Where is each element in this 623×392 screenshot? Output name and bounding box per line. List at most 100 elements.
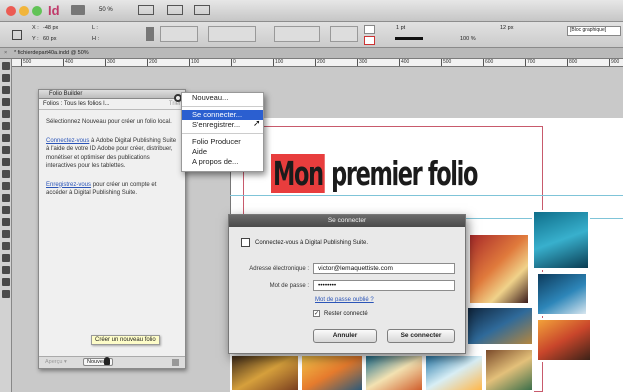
color-mode-icon[interactable]: [1, 278, 10, 286]
password-label: Mot de passe :: [269, 283, 309, 289]
panel-titlebar[interactable]: Folio Builder: [39, 90, 185, 99]
rectangle-tool-icon[interactable]: [1, 170, 10, 178]
line-tool-icon[interactable]: [1, 122, 10, 130]
rectangle-frame-tool-icon[interactable]: [1, 158, 10, 166]
forgot-password-link[interactable]: Mot de passe oublié ?: [315, 297, 374, 303]
scale-fields[interactable]: [160, 26, 198, 42]
panel-footer: Aperçu ▾ Nouveau: [39, 356, 185, 368]
email-field[interactable]: victor@lemaquettiste.com: [313, 263, 455, 274]
intro-text: Sélectionnez Nouveau pour créer un folio…: [46, 119, 172, 125]
h-label: H :: [92, 36, 100, 42]
fill-swatch[interactable]: [364, 25, 375, 34]
cancel-button[interactable]: Annuler: [313, 329, 377, 343]
page-image: [484, 348, 534, 392]
arrange-documents-icon[interactable]: [194, 5, 210, 15]
zoom-level[interactable]: 50 %: [99, 7, 113, 13]
selection-tool-icon[interactable]: [1, 62, 10, 70]
ruler-tick: 300: [105, 59, 116, 66]
y-label: Y :: [32, 36, 39, 42]
menu-item-nouveau[interactable]: Nouveau...: [182, 93, 263, 103]
new-folio-tooltip: Créer un nouveau folio: [91, 335, 160, 345]
note-tool-icon[interactable]: [1, 218, 10, 226]
zoom-window-icon[interactable]: [32, 6, 42, 16]
ruler-tick: 500: [21, 59, 32, 66]
y-field[interactable]: 60 px: [43, 36, 56, 42]
document-tab[interactable]: × * fichierdepart40a.indd @ 50%: [0, 48, 623, 59]
dialog-header-text: Connectez-vous à Digital Publishing Suit…: [255, 240, 369, 246]
dialog-title: Se connecter: [229, 215, 465, 227]
bridge-icon[interactable]: [71, 5, 85, 15]
screen-mode-tool-icon[interactable]: [1, 290, 10, 298]
stroke-type-icon[interactable]: [395, 37, 423, 40]
remember-checkbox[interactable]: ✓: [313, 310, 320, 317]
sort-menu[interactable]: Trier: [169, 101, 181, 107]
direct-selection-tool-icon[interactable]: [1, 74, 10, 82]
dps-icon: [241, 238, 250, 247]
page-image: [466, 306, 534, 346]
close-tab-icon[interactable]: ×: [4, 50, 7, 56]
connect-paragraph: Connectez-vous à Adobe Digital Publishin…: [46, 137, 178, 171]
arrow-cursor-icon: ➚: [253, 118, 261, 128]
register-link[interactable]: Enregistrez-vous: [46, 182, 91, 188]
ruler-tick: 400: [63, 59, 74, 66]
rotate-shear-fields[interactable]: [208, 26, 256, 42]
menu-item-folio-producer[interactable]: Folio Producer: [182, 137, 263, 147]
ruler-tick: 0: [231, 59, 236, 66]
preview-button[interactable]: Aperçu ▾: [45, 359, 67, 365]
ruler-tick: 100: [273, 59, 284, 66]
opacity-field[interactable]: 100 %: [460, 36, 476, 42]
stroke-weight-field[interactable]: 1 pt: [396, 25, 405, 31]
document-tab-title: * fichierdepart40a.indd @ 50%: [14, 50, 89, 56]
screen-mode-icon[interactable]: [167, 5, 183, 15]
pencil-tool-icon[interactable]: [1, 146, 10, 154]
gap-tool-icon[interactable]: [1, 98, 10, 106]
zoom-tool-icon[interactable]: [1, 254, 10, 262]
ruler-tick: 400: [399, 59, 410, 66]
ruler-tick: 900: [609, 59, 620, 66]
menu-item-se-connecter[interactable]: Se connecter...: [182, 110, 263, 120]
trash-icon[interactable]: [172, 359, 179, 366]
remember-label: Rester connecté: [324, 311, 368, 317]
minimize-window-icon[interactable]: [19, 6, 29, 16]
w-label: L :: [92, 25, 98, 31]
type-tool-icon[interactable]: [1, 110, 10, 118]
stroke-swatch[interactable]: [364, 36, 375, 45]
guide-line: [230, 195, 623, 196]
x-label: X :: [32, 25, 39, 31]
menu-item-senregistrer[interactable]: S'enregistrer...: [182, 120, 263, 130]
page-image: [532, 210, 590, 270]
menu-divider: [182, 106, 263, 107]
page-image: [364, 354, 424, 392]
hand-tool-icon[interactable]: [1, 242, 10, 250]
transform-buttons[interactable]: [274, 26, 320, 42]
page-image: [300, 354, 364, 392]
reference-point-icon[interactable]: [12, 30, 22, 40]
free-transform-tool-icon[interactable]: [1, 194, 10, 202]
view-options-icon[interactable]: [138, 5, 154, 15]
select-buttons[interactable]: [330, 26, 358, 42]
page-image: [536, 318, 592, 362]
menu-item-a-propos[interactable]: A propos de...: [182, 157, 263, 167]
connect-link[interactable]: Connectez-vous: [46, 138, 89, 144]
close-window-icon[interactable]: [6, 6, 16, 16]
page-tool-icon[interactable]: [1, 86, 10, 94]
object-style-select[interactable]: [Bloc graphique]: [567, 26, 621, 36]
title-rest: premier folio: [324, 154, 478, 193]
size-field[interactable]: 12 px: [500, 25, 513, 31]
scissors-tool-icon[interactable]: [1, 182, 10, 190]
ruler-tick: 200: [147, 59, 158, 66]
folios-filter[interactable]: Folios : Tous les folios l...: [43, 101, 110, 107]
gradient-tool-icon[interactable]: [1, 206, 10, 214]
menu-item-aide[interactable]: Aide: [182, 147, 263, 157]
panel-title: Folio Builder: [49, 91, 83, 97]
eyedropper-tool-icon[interactable]: [1, 230, 10, 238]
login-button[interactable]: Se connecter: [387, 329, 455, 343]
fill-stroke-icon[interactable]: [1, 266, 10, 274]
password-field[interactable]: ••••••••: [313, 280, 455, 291]
application-bar: Id 50 %: [0, 0, 623, 22]
constrain-proportions-icon[interactable]: [146, 27, 154, 41]
pen-tool-icon[interactable]: [1, 134, 10, 142]
x-field[interactable]: -48 px: [43, 25, 58, 31]
tools-panel: [0, 59, 12, 392]
ruler-tick: 700: [525, 59, 536, 66]
